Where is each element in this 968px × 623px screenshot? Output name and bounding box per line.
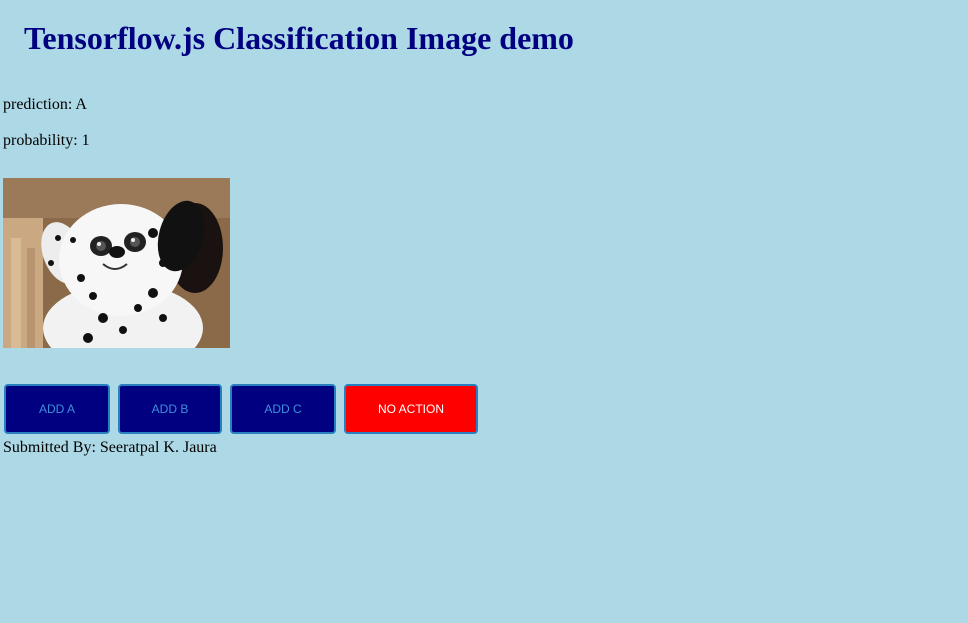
dalmatian-plush-image [3,178,230,348]
footer-credit: Submitted By: Seeratpal K. Jaura [3,439,217,456]
add-c-button[interactable]: ADD C [230,384,336,434]
add-a-button[interactable]: ADD A [4,384,110,434]
page-title: Tensorflow.js Classification Image demo [24,20,574,56]
no-action-button[interactable]: NO ACTION [344,384,478,434]
prediction-text: prediction: A [3,96,87,113]
webcam-video [3,178,230,348]
probability-text: probability: 1 [3,132,90,149]
add-b-button[interactable]: ADD B [118,384,222,434]
page: Tensorflow.js Classification Image demo … [0,0,968,623]
